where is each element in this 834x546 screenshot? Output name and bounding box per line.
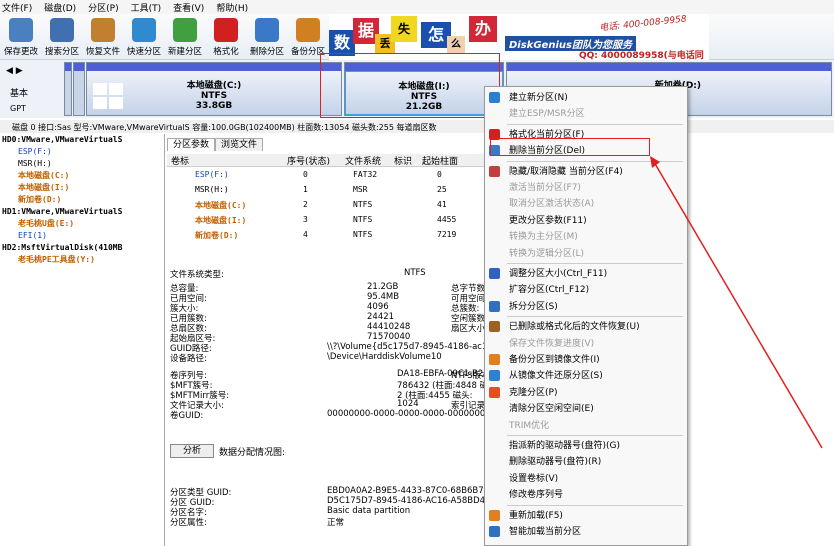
annotation-arrow [650, 156, 823, 449]
